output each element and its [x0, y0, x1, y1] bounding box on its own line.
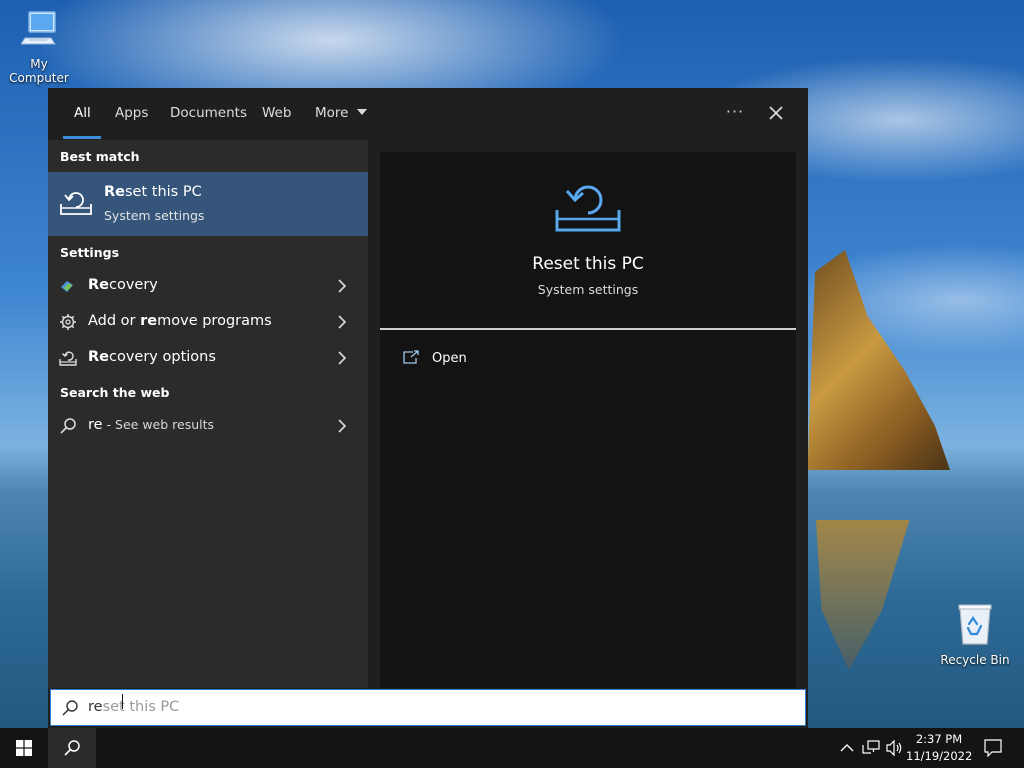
search-tabs-bar: All Apps Documents Web More ···: [48, 88, 808, 140]
search-icon: [60, 418, 76, 434]
open-icon: [403, 350, 419, 364]
desktop-icon-my-computer[interactable]: My Computer: [0, 10, 78, 85]
clock-date: 11/19/2022: [906, 749, 973, 763]
preview-title: Reset this PC: [532, 254, 644, 274]
notification-icon: [984, 739, 1002, 757]
result-recovery-options[interactable]: Recovery options: [48, 341, 368, 375]
search-panel: All Apps Documents Web More ··· Best mat…: [48, 88, 808, 728]
chevron-right-icon[interactable]: [336, 350, 348, 366]
preview-divider: [380, 328, 796, 330]
chevron-right-icon[interactable]: [336, 278, 348, 294]
network-button[interactable]: [860, 728, 882, 768]
reset-pc-icon: [60, 192, 92, 215]
tab-active-indicator: [63, 136, 101, 139]
label-rest: covery options: [109, 349, 216, 365]
desktop-icon-label: My Computer: [9, 57, 69, 85]
wallpaper-reflection: [816, 520, 910, 670]
desktop-icon-label: Recycle Bin: [940, 653, 1010, 667]
tab-all[interactable]: All: [72, 88, 93, 140]
chevron-right-icon[interactable]: [336, 314, 348, 330]
taskbar-search-button[interactable]: [48, 728, 96, 768]
highlight-text: Re: [88, 349, 109, 365]
open-button[interactable]: Open: [400, 348, 520, 372]
result-label: re - See web results: [88, 417, 214, 433]
search-typed-text: re: [88, 699, 103, 715]
result-label: Recovery: [88, 277, 158, 293]
web-suffix: - See web results: [102, 417, 215, 432]
section-label-settings: Settings: [60, 245, 120, 260]
tab-more[interactable]: More: [313, 88, 369, 140]
search-autocomplete-text: set this PC: [102, 699, 180, 715]
computer-icon: [20, 11, 56, 45]
taskbar: 2:37 PM 11/19/2022: [0, 728, 1024, 768]
clock-button[interactable]: 2:37 PM 11/19/2022: [906, 728, 972, 768]
highlight-text: Re: [104, 184, 125, 200]
tab-documents[interactable]: Documents: [168, 88, 249, 140]
reset-pc-icon: [59, 351, 77, 366]
caret-down-icon: [356, 109, 367, 115]
result-label: Add or remove programs: [88, 313, 272, 329]
reset-pc-icon: [555, 185, 621, 232]
result-recovery[interactable]: Recovery: [48, 269, 368, 303]
section-label-search-web: Search the web: [60, 385, 170, 400]
highlight-text: Re: [88, 277, 109, 293]
clock-time: 2:37 PM: [915, 732, 963, 746]
open-label: Open: [432, 351, 467, 366]
close-button[interactable]: [764, 100, 788, 126]
highlight-text: re: [140, 313, 158, 329]
tab-apps[interactable]: Apps: [113, 88, 150, 140]
title-rest: set this PC: [125, 184, 202, 200]
chevron-up-icon: [840, 744, 854, 752]
best-match-title: Reset this PC: [104, 184, 202, 200]
tab-web[interactable]: Web: [260, 88, 293, 140]
tab-label: Web: [262, 105, 292, 121]
network-icon: [862, 740, 880, 754]
results-pane: Best match Reset this PC System settings…: [48, 140, 368, 688]
best-match-subtitle: System settings: [104, 208, 205, 223]
chevron-right-icon[interactable]: [336, 418, 348, 434]
action-center-button[interactable]: [976, 728, 1012, 768]
search-icon: [62, 700, 78, 716]
result-add-remove-programs[interactable]: Add or remove programs: [48, 305, 368, 339]
label-rest: covery: [109, 277, 158, 293]
web-query: re: [88, 417, 103, 433]
label-rest: move programs: [157, 313, 272, 329]
search-input[interactable]: reset this PC: [50, 689, 806, 726]
search-text: reset this PC: [88, 699, 179, 715]
desktop-icon-recycle-bin[interactable]: Recycle Bin: [940, 602, 1010, 667]
volume-button[interactable]: [884, 728, 906, 768]
label-pre: Add or: [88, 313, 141, 329]
tab-label: All: [74, 105, 91, 121]
show-hidden-icons-button[interactable]: [838, 728, 856, 768]
tab-label: More: [315, 105, 349, 121]
preview-subtitle: System settings: [537, 282, 639, 297]
wallpaper-rock: [807, 250, 950, 470]
speaker-icon: [886, 740, 902, 756]
options-button[interactable]: ···: [724, 100, 746, 126]
tab-label: Apps: [115, 105, 149, 121]
start-button[interactable]: [0, 728, 48, 768]
result-web-search[interactable]: re - See web results: [48, 409, 368, 443]
search-icon: [64, 740, 80, 756]
best-match-item[interactable]: Reset this PC System settings: [48, 172, 368, 236]
tab-label: Documents: [170, 105, 247, 121]
preview-pane: Reset this PC System settings Open: [380, 152, 796, 688]
text-cursor: [122, 694, 123, 709]
recycle-bin-icon: [958, 604, 992, 645]
recovery-icon: [61, 281, 73, 292]
result-label: Recovery options: [88, 349, 216, 365]
section-label-best-match: Best match: [60, 149, 140, 164]
windows-logo-icon: [16, 740, 32, 756]
gear-icon: [60, 314, 76, 330]
close-icon: [769, 106, 783, 120]
